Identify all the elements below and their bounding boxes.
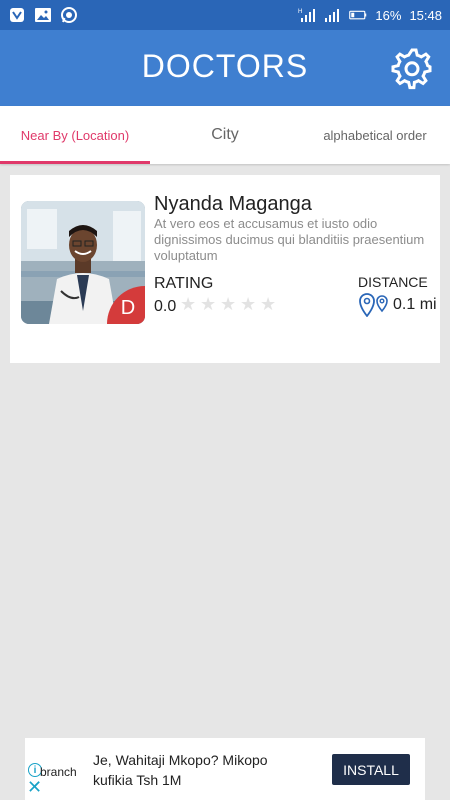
active-tab-indicator: [0, 161, 150, 164]
page-title: DOCTORS: [141, 48, 309, 84]
battery-icon: [349, 6, 367, 24]
whatsapp-icon: [60, 6, 78, 24]
doctor-photo: D: [21, 201, 145, 324]
status-bar-right: H 16% 15:48: [297, 6, 442, 24]
star-icon: ★: [180, 294, 197, 314]
ad-banner[interactable]: i branch ✕ Je, Wahitaji Mkopo? Mikopo ku…: [25, 738, 425, 800]
signal-icon-2: [323, 6, 341, 24]
install-button[interactable]: INSTALL: [332, 754, 410, 785]
star-icon: ★: [220, 294, 237, 314]
star-icon: ★: [200, 294, 217, 314]
rating-value: 0.0: [154, 298, 177, 315]
rating-label: RATING: [154, 275, 214, 292]
image-icon: [34, 6, 52, 24]
star-icon: ★: [260, 294, 277, 314]
status-bar: H 16% 15:48: [0, 0, 450, 30]
map-pin-icon: [358, 293, 390, 318]
tab-near-by[interactable]: Near By (Location): [0, 106, 150, 164]
gear-icon: [391, 48, 432, 90]
settings-button[interactable]: [386, 42, 438, 94]
tab-bar: Near By (Location) City alphabetical ord…: [0, 106, 450, 164]
distance-value: 0.1 mi: [393, 296, 437, 313]
signal-icon: H: [297, 6, 316, 24]
battery-percent: 16%: [375, 7, 402, 23]
tab-city[interactable]: City: [150, 106, 300, 164]
star-rating: ★ ★ ★ ★ ★: [180, 295, 278, 313]
ad-text: Je, Wahitaji Mkopo? Mikopo kufikia Tsh 1…: [93, 752, 268, 788]
network-label: H: [298, 9, 302, 15]
app-bar: DOCTORS: [0, 30, 450, 106]
tab-alphabetical[interactable]: alphabetical order: [300, 106, 450, 164]
clock: 15:48: [409, 7, 442, 23]
ad-brand: branch: [40, 765, 77, 779]
status-bar-left: [8, 6, 78, 24]
close-icon[interactable]: ✕: [27, 778, 45, 796]
vpn-icon: [8, 6, 26, 24]
distance-label: DISTANCE: [358, 274, 428, 290]
doctor-name: Nyanda Maganga: [154, 193, 312, 215]
star-icon: ★: [240, 294, 257, 314]
doctor-card[interactable]: D Nyanda Maganga At vero eos et accusamu…: [10, 175, 440, 363]
doctor-description: At vero eos et accusamus et iusto odio d…: [154, 216, 425, 263]
